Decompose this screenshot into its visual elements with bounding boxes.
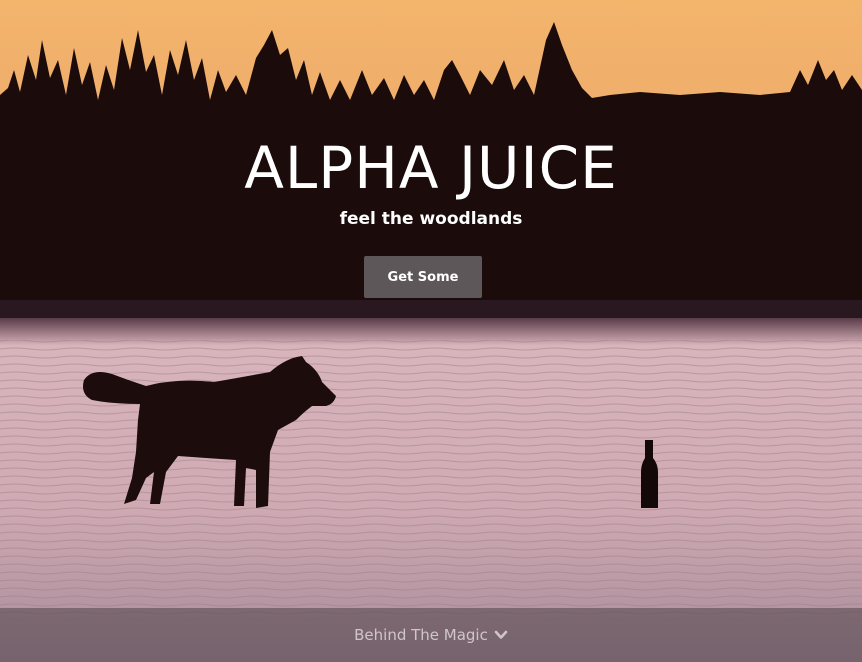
- behind-the-magic-label: Behind The Magic: [354, 626, 488, 644]
- chevron-down-icon: [494, 628, 508, 642]
- get-some-button[interactable]: Get Some: [364, 256, 482, 298]
- hero-title: ALPHA JUICE: [244, 134, 618, 202]
- hero-background-image: [0, 0, 862, 662]
- behind-the-magic-link[interactable]: Behind The Magic: [0, 622, 862, 648]
- hero-tagline: feel the woodlands: [339, 209, 523, 229]
- hero-section: ALPHA JUICE feel the woodlands Get Some …: [0, 0, 862, 662]
